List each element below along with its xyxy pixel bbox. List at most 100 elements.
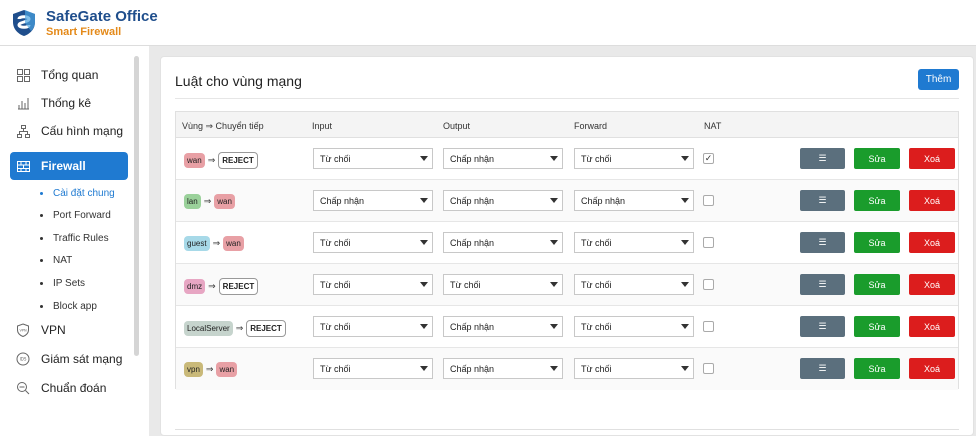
table-row: guest ⇒ wan Từ chối Chấp nhận Từ chối ☰ … xyxy=(176,222,958,264)
zone-forward-cell: guest ⇒ wan xyxy=(184,236,244,251)
target-tag: wan xyxy=(223,236,244,251)
chevron-down-icon xyxy=(550,366,558,371)
sidebar-item-network-monitoring[interactable]: IDS Giám sát mạng xyxy=(10,345,128,373)
input-select[interactable]: Từ chối xyxy=(313,274,433,295)
output-select[interactable]: Chấp nhận xyxy=(443,190,563,211)
input-select[interactable]: Từ chối xyxy=(313,148,433,169)
svg-text:VPN: VPN xyxy=(19,329,27,333)
zone-tag: vpn xyxy=(184,362,203,377)
zone-forward-cell: dmz ⇒ REJECT xyxy=(184,278,259,295)
sidebar-item-label: Chuẩn đoán xyxy=(41,381,107,395)
sidebar-scrollbar[interactable] xyxy=(134,56,139,356)
edit-button[interactable]: Sửa xyxy=(854,316,900,337)
forward-select[interactable]: Từ chối xyxy=(574,316,694,337)
zone-tag: LocalServer xyxy=(184,321,233,336)
arrow-icon: ⇒ xyxy=(208,281,216,291)
menu-button[interactable]: ☰ xyxy=(800,316,845,337)
edit-button[interactable]: Sửa xyxy=(854,190,900,211)
vpn-shield-icon: VPN xyxy=(16,323,30,337)
sidebar-subitem-ip-sets[interactable]: IP Sets xyxy=(40,275,85,291)
sidebar-subitem-traffic-rules[interactable]: Traffic Rules xyxy=(40,230,109,246)
arrow-icon: ⇒ xyxy=(212,238,221,248)
chevron-down-icon xyxy=(420,282,428,287)
sidebar-item-label: Tổng quan xyxy=(41,68,99,82)
chevron-down-icon xyxy=(550,282,558,287)
edit-button[interactable]: Sửa xyxy=(854,358,900,379)
delete-button[interactable]: Xoá xyxy=(909,232,955,253)
chevron-down-icon xyxy=(550,156,558,161)
header-zone: Vùng ⇒ Chuyển tiếp xyxy=(182,121,264,131)
delete-button[interactable]: Xoá xyxy=(909,316,955,337)
forward-select[interactable]: Từ chối xyxy=(574,274,694,295)
zone-rules-card: Luật cho vùng mạng Thêm Vùng ⇒ Chuyển ti… xyxy=(160,56,974,436)
chevron-down-icon xyxy=(420,156,428,161)
delete-button[interactable]: Xoá xyxy=(909,148,955,169)
bullet-icon xyxy=(40,281,43,285)
bullet-icon xyxy=(40,304,43,308)
sidebar-subitem-port-forward[interactable]: Port Forward xyxy=(40,207,111,223)
sidebar-item-firewall[interactable]: Firewall xyxy=(10,152,128,180)
menu-button[interactable]: ☰ xyxy=(800,232,845,253)
delete-button[interactable]: Xoá xyxy=(909,358,955,379)
forward-select[interactable]: Từ chối xyxy=(574,232,694,253)
add-button[interactable]: Thêm xyxy=(918,69,959,90)
edit-button[interactable]: Sửa xyxy=(854,274,900,295)
output-select[interactable]: Chấp nhận xyxy=(443,358,563,379)
zone-tag: wan xyxy=(184,153,205,168)
arrow-icon: ⇒ xyxy=(207,155,216,165)
edit-button[interactable]: Sửa xyxy=(854,148,900,169)
sidebar-item-diagnose[interactable]: Chuẩn đoán xyxy=(10,374,128,402)
table-row: LocalServer ⇒ REJECT Từ chối Chấp nhận T… xyxy=(176,306,958,348)
chevron-down-icon xyxy=(550,240,558,245)
forward-select[interactable]: Từ chối xyxy=(574,148,694,169)
sidebar-item-network-config[interactable]: Cấu hình mạng xyxy=(10,117,128,145)
input-select[interactable]: Chấp nhận xyxy=(313,190,433,211)
arrow-icon: ⇒ xyxy=(203,196,212,206)
zone-forward-cell: lan ⇒ wan xyxy=(184,194,235,209)
nat-checkbox[interactable] xyxy=(703,321,714,332)
sidebar-subitem-block-app[interactable]: Block app xyxy=(40,298,97,314)
nat-checkbox[interactable] xyxy=(703,237,714,248)
zone-forward-cell: wan ⇒ REJECT xyxy=(184,152,258,169)
delete-button[interactable]: Xoá xyxy=(909,274,955,295)
table-row: wan ⇒ REJECT Từ chối Chấp nhận Từ chối ✓… xyxy=(176,138,958,180)
sidebar-item-overview[interactable]: Tổng quan xyxy=(10,61,128,89)
output-select[interactable]: Từ chối xyxy=(443,274,563,295)
nat-checkbox[interactable] xyxy=(703,363,714,374)
brand-subtitle: Smart Firewall xyxy=(46,26,122,38)
menu-button[interactable]: ☰ xyxy=(800,358,845,379)
bullet-icon xyxy=(40,236,43,240)
chevron-down-icon xyxy=(681,240,689,245)
sidebar-item-statistics[interactable]: Thống kê xyxy=(10,89,128,117)
input-select[interactable]: Từ chối xyxy=(313,316,433,337)
output-select[interactable]: Chấp nhận xyxy=(443,316,563,337)
chevron-down-icon xyxy=(550,324,558,329)
forward-select[interactable]: Từ chối xyxy=(574,358,694,379)
firewall-icon xyxy=(16,159,30,173)
output-select[interactable]: Chấp nhận xyxy=(443,148,563,169)
forward-select[interactable]: Chấp nhận xyxy=(574,190,694,211)
table-header: Vùng ⇒ Chuyển tiếp Input Output Forward … xyxy=(176,112,958,138)
input-select[interactable]: Từ chối xyxy=(313,358,433,379)
nat-checkbox[interactable] xyxy=(703,195,714,206)
diagnose-icon xyxy=(16,381,30,395)
chevron-down-icon xyxy=(681,198,689,203)
menu-button[interactable]: ☰ xyxy=(800,274,845,295)
menu-button[interactable]: ☰ xyxy=(800,190,845,211)
zone-table: Vùng ⇒ Chuyển tiếp Input Output Forward … xyxy=(175,111,959,390)
sidebar-item-label: Firewall xyxy=(41,159,86,173)
nat-checkbox[interactable]: ✓ xyxy=(703,153,714,164)
sidebar-item-vpn[interactable]: VPN VPN xyxy=(10,316,128,344)
sidebar-item-label: Giám sát mạng xyxy=(41,352,123,366)
output-select[interactable]: Chấp nhận xyxy=(443,232,563,253)
sidebar-subitem-nat[interactable]: NAT xyxy=(40,252,72,268)
sidebar-subitem-general-settings[interactable]: Cài đặt chung xyxy=(40,185,115,201)
table-row: dmz ⇒ REJECT Từ chối Từ chối Từ chối ☰ S… xyxy=(176,264,958,306)
edit-button[interactable]: Sửa xyxy=(854,232,900,253)
input-select[interactable]: Từ chối xyxy=(313,232,433,253)
chevron-down-icon xyxy=(420,198,428,203)
app-header: SafeGate Office Smart Firewall xyxy=(0,0,976,46)
delete-button[interactable]: Xoá xyxy=(909,190,955,211)
nat-checkbox[interactable] xyxy=(703,279,714,290)
menu-button[interactable]: ☰ xyxy=(800,148,845,169)
